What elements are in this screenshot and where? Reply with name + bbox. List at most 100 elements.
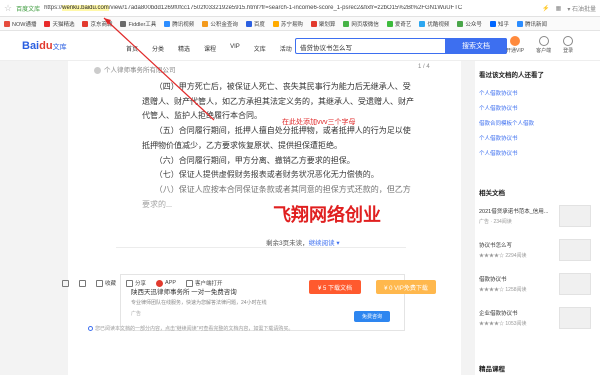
sidebar-link[interactable]: 个人借款协议书 — [479, 134, 518, 142]
bookmark-item[interactable]: 知乎 — [489, 20, 509, 28]
bookmark-icon — [44, 20, 51, 27]
vip-icon — [510, 36, 521, 46]
share-action[interactable]: 分享 — [126, 279, 146, 287]
address-right-area[interactable]: ⚡ ▦ ▾ 石油批量 — [542, 4, 596, 13]
bookmark-icon — [310, 20, 317, 27]
related-doc-title[interactable]: 协议书怎么写 — [479, 241, 512, 249]
star-action[interactable]: 收藏 — [96, 279, 116, 287]
client-button[interactable]: 客户端 — [536, 36, 551, 54]
related-doc-thumbnail[interactable] — [559, 273, 591, 295]
action-label: 收藏 — [105, 281, 117, 287]
share-icon — [126, 279, 134, 287]
author-name: 个人律师事务所有限公司 — [104, 67, 176, 74]
bookmark-item[interactable]: 公积金查询 — [202, 20, 238, 28]
bookmark-item[interactable]: 聚划算 — [310, 20, 336, 28]
bookmark-icon — [489, 20, 496, 27]
search-input[interactable] — [300, 41, 440, 52]
nav-item[interactable]: VIP — [230, 44, 240, 53]
bookmark-item[interactable]: 百度 — [245, 20, 265, 28]
dislike-action[interactable] — [79, 279, 86, 287]
baidu-wenku-logo[interactable]: Baidu文库 — [22, 40, 67, 52]
continue-reading-link[interactable]: 继续阅读 ▾ — [309, 240, 340, 247]
url-text[interactable]: https://wenku.baidu.com/view/17ada800bdd… — [44, 5, 538, 11]
bookmark-item[interactable]: Fiddler工具 — [120, 20, 156, 28]
bookmark-item[interactable]: 公众号 — [457, 20, 482, 28]
header-icon-label: 开通VIP — [506, 48, 525, 54]
bookmark-star-icon[interactable]: ☆ — [4, 3, 12, 14]
client-open-action[interactable]: 客户端打开 — [186, 279, 223, 287]
bookmark-item[interactable]: 优酷视频 — [419, 20, 449, 28]
login-icon — [563, 36, 574, 46]
address-bar[interactable]: ☆ 百度文库 https://wenku.baidu.com/view/17ad… — [0, 0, 600, 17]
nav-item[interactable]: 活动 — [280, 44, 292, 53]
bookmark-icon — [245, 20, 252, 27]
login-button[interactable]: 登录 — [563, 36, 573, 54]
bookmark-item[interactable]: 爱奇艺 — [386, 20, 411, 28]
ad-title: 陕西天迅律师事务所 一对一免费咨询 — [131, 289, 237, 296]
grid-icon[interactable]: ▦ — [556, 5, 562, 12]
bookmark-item[interactable]: 网页版微信 — [343, 20, 379, 28]
like-icon — [62, 279, 69, 287]
document-panel: 个人律师事务所有限公司 1 / 4 （四）甲方死亡后，被保证人死亡、丧失其民事行… — [68, 61, 461, 375]
bookmark-item[interactable]: 苏宁易购 — [272, 20, 303, 28]
bookmark-label: 腾讯新闻 — [524, 21, 547, 28]
action-label: APP — [165, 280, 177, 286]
logo-accent: du — [39, 40, 53, 52]
notice-text: 您已阅读本文档的一部分内容，点击“继续阅读”可查看完整的文档内容，如需下载请购买… — [95, 326, 294, 332]
bookmark-label: 知乎 — [497, 21, 509, 28]
nav-item[interactable]: 分类 — [152, 44, 164, 53]
sidebar-section-courses: 精品课程 — [479, 366, 505, 373]
nav-item[interactable]: 精选 — [178, 44, 190, 53]
ad-tag: 广告 — [131, 311, 142, 317]
bookmark-icon — [202, 20, 209, 27]
bookmark-label: 腾讯视频 — [172, 21, 195, 28]
download-button[interactable]: ¥ 5 下载文档 — [309, 280, 361, 294]
sidebar-link[interactable]: 个人借款协议书 — [479, 149, 518, 157]
sidebar-link[interactable]: 个人借款协议书 — [479, 89, 518, 97]
related-doc-thumbnail[interactable] — [559, 205, 591, 227]
vip-button[interactable]: 开通VIP — [506, 36, 524, 54]
url-path: /view/17ada800bdd1269f0fcc17502f0332192e… — [108, 5, 463, 11]
search-box[interactable]: 搜索文档 — [295, 38, 507, 54]
info-icon — [88, 326, 93, 332]
ad-consult-button[interactable]: 免费咨询 — [354, 311, 390, 322]
bookmark-item[interactable]: NOW通播 — [4, 20, 36, 28]
logo-suffix: 文库 — [52, 44, 67, 51]
bookmark-icon — [82, 20, 89, 27]
related-doc-title[interactable]: 企业借款协议书 — [479, 309, 518, 317]
app-action[interactable]: APP — [156, 279, 177, 287]
header-icon-label: 客户端 — [536, 48, 552, 54]
action-label: 分享 — [135, 281, 147, 287]
nav-item[interactable]: 文库 — [254, 44, 266, 53]
annotation-text: 在此处添加vvv三个字母 — [282, 119, 356, 126]
bookmark-label: Fiddler工具 — [128, 21, 157, 28]
right-label[interactable]: ▾ 石油批量 — [567, 4, 596, 13]
copyright-notice: 您已阅读本文档的一部分内容，点击“继续阅读”可查看完整的文档内容，如需下载请购买… — [88, 325, 293, 332]
related-doc-title[interactable]: 借款协议书 — [479, 275, 507, 283]
related-doc-thumbnail[interactable] — [559, 239, 591, 261]
bookmark-item[interactable]: 腾讯视频 — [164, 20, 194, 28]
related-doc-thumbnail[interactable] — [559, 307, 591, 329]
lightning-icon[interactable]: ⚡ — [542, 5, 549, 12]
bookmark-item[interactable]: 天猫精选 — [44, 20, 74, 28]
related-doc-meta: ★★★★☆ 1258阅读 — [479, 287, 527, 293]
client-icon — [538, 36, 549, 46]
bookmark-item[interactable]: 京东商城 — [82, 20, 112, 28]
like-action[interactable] — [62, 279, 69, 287]
search-button[interactable]: 搜索文档 — [445, 38, 507, 54]
bookmark-label: 优酷视频 — [427, 21, 450, 28]
vip-download-button[interactable]: ¥ 0 VIP免费下载 — [376, 280, 436, 294]
continue-reading[interactable]: 剩余3页未读，继续阅读 ▾ — [266, 237, 340, 247]
bookmark-item[interactable]: 腾讯新闻 — [516, 20, 547, 28]
bookmark-icon — [419, 20, 426, 27]
doc-author[interactable]: 个人律师事务所有限公司 — [94, 64, 176, 74]
nav-item[interactable]: 首页 — [126, 44, 138, 53]
star-icon — [96, 279, 103, 287]
sidebar-link[interactable]: 借款合同模板个人借款 — [479, 119, 534, 127]
related-doc-meta: ★★★★☆ 2294阅读 — [479, 253, 527, 259]
related-doc-title[interactable]: 2021借贷承诺书范本_信用... — [479, 207, 548, 215]
page-indicator: 1 / 4 — [418, 64, 430, 70]
sidebar-link[interactable]: 个人借款协议书 — [479, 104, 518, 112]
nav-item[interactable]: 课程 — [204, 44, 216, 53]
bookmark-label: 聚划算 — [318, 21, 336, 28]
